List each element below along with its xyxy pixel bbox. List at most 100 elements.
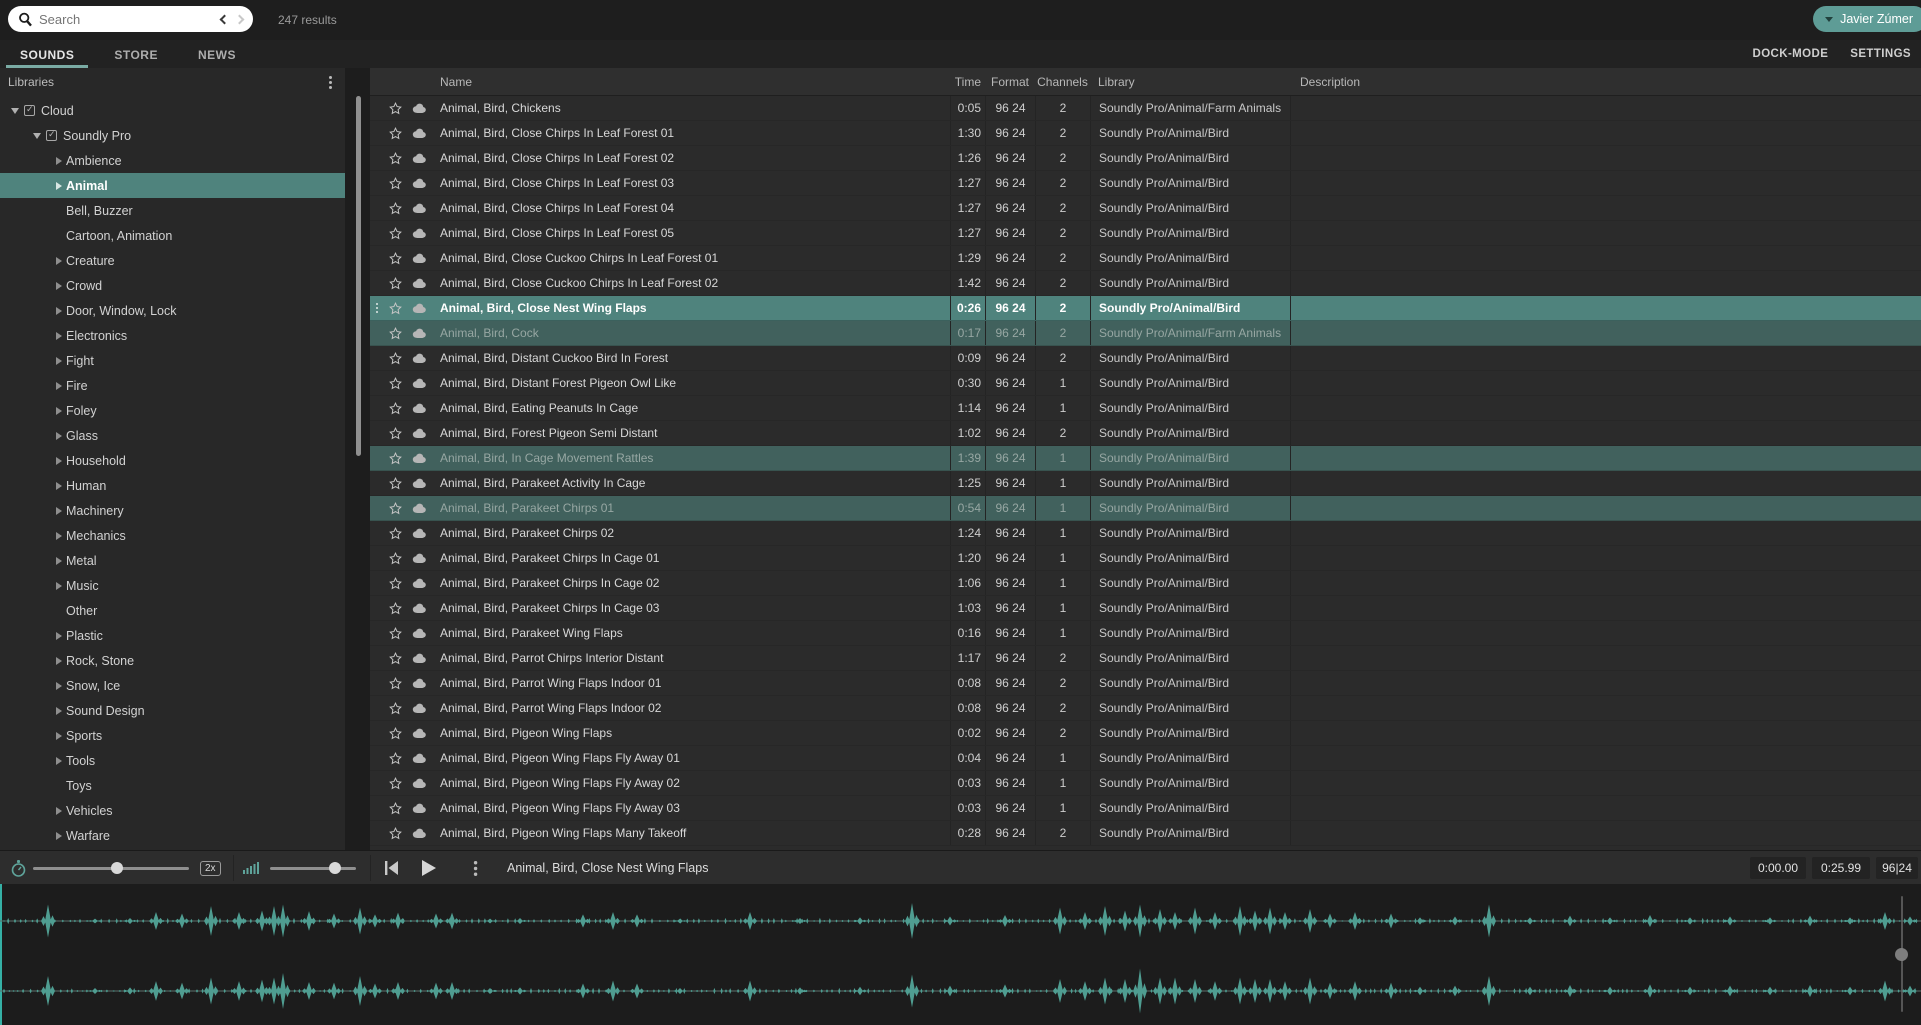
favorite-star-icon[interactable] (384, 227, 406, 240)
chevron-down-icon[interactable] (30, 133, 44, 139)
chevron-right-icon[interactable] (52, 157, 66, 165)
sidebar-item-soundly-pro[interactable]: Soundly Pro (0, 123, 345, 148)
sidebar-item-fight[interactable]: Fight (0, 348, 345, 373)
favorite-star-icon[interactable] (384, 377, 406, 390)
user-menu-button[interactable]: Javier Zúmer (1813, 6, 1921, 32)
table-row[interactable]: Animal, Bird, Pigeon Wing Flaps Many Tak… (370, 821, 1921, 846)
sidebar-item-creature[interactable]: Creature (0, 248, 345, 273)
table-row[interactable]: Animal, Bird, Close Chirps In Leaf Fores… (370, 221, 1921, 246)
favorite-star-icon[interactable] (384, 127, 406, 140)
chevron-right-icon[interactable] (52, 382, 66, 390)
column-header-channels[interactable]: Channels (1035, 75, 1090, 89)
sidebar-item-warfare[interactable]: Warfare (0, 823, 345, 848)
sidebar-item-electronics[interactable]: Electronics (0, 323, 345, 348)
favorite-star-icon[interactable] (384, 702, 406, 715)
sidebar-item-foley[interactable]: Foley (0, 398, 345, 423)
chevron-right-icon[interactable] (52, 807, 66, 815)
sidebar-item-ambience[interactable]: Ambience (0, 148, 345, 173)
favorite-star-icon[interactable] (384, 552, 406, 565)
chevron-right-icon[interactable] (52, 707, 66, 715)
tab-sounds[interactable]: SOUNDS (18, 40, 76, 68)
favorite-star-icon[interactable] (384, 677, 406, 690)
chevron-right-icon[interactable] (52, 182, 66, 190)
favorite-star-icon[interactable] (384, 152, 406, 165)
table-row[interactable]: Animal, Bird, Parakeet Activity In Cage1… (370, 471, 1921, 496)
table-row[interactable]: Animal, Bird, Close Chirps In Leaf Fores… (370, 171, 1921, 196)
sidebar-item-glass[interactable]: Glass (0, 423, 345, 448)
sidebar-item-cloud[interactable]: Cloud (0, 98, 345, 123)
chevron-right-icon[interactable] (52, 757, 66, 765)
sidebar-item-metal[interactable]: Metal (0, 548, 345, 573)
table-row[interactable]: Animal, Bird, Distant Cuckoo Bird In For… (370, 346, 1921, 371)
chevron-right-icon[interactable] (52, 682, 66, 690)
favorite-star-icon[interactable] (384, 827, 406, 840)
table-row[interactable]: Animal, Bird, Close Cuckoo Chirps In Lea… (370, 246, 1921, 271)
sidebar-item-vehicles[interactable]: Vehicles (0, 798, 345, 823)
column-header-description[interactable]: Description (1290, 75, 1921, 89)
skip-to-start-button[interactable] (383, 860, 400, 876)
sidebar-item-household[interactable]: Household (0, 448, 345, 473)
chevron-right-icon[interactable] (52, 482, 66, 490)
chevron-right-icon[interactable] (52, 457, 66, 465)
table-row[interactable]: Animal, Bird, Close Chirps In Leaf Fores… (370, 196, 1921, 221)
favorite-star-icon[interactable] (384, 627, 406, 640)
table-row[interactable]: Animal, Bird, Close Nest Wing Flaps0:269… (370, 296, 1921, 321)
favorite-star-icon[interactable] (384, 402, 406, 415)
table-row[interactable]: Animal, Bird, Pigeon Wing Flaps Fly Away… (370, 796, 1921, 821)
settings-button[interactable]: SETTINGS (1850, 48, 1911, 60)
chevron-right-icon[interactable] (52, 532, 66, 540)
chevron-right-icon[interactable] (52, 432, 66, 440)
search-input[interactable] (39, 12, 221, 27)
sidebar-item-music[interactable]: Music (0, 573, 345, 598)
favorite-star-icon[interactable] (384, 427, 406, 440)
favorite-star-icon[interactable] (384, 477, 406, 490)
column-header-name[interactable]: Name (432, 75, 950, 89)
favorite-star-icon[interactable] (384, 802, 406, 815)
favorite-star-icon[interactable] (384, 177, 406, 190)
table-row[interactable]: Animal, Bird, Eating Peanuts In Cage1:14… (370, 396, 1921, 421)
tab-store[interactable]: STORE (112, 40, 160, 68)
favorite-star-icon[interactable] (384, 452, 406, 465)
search-prev-icon[interactable] (220, 14, 230, 24)
favorite-star-icon[interactable] (384, 277, 406, 290)
library-checkbox[interactable] (24, 105, 35, 116)
sidebar-item-crowd[interactable]: Crowd (0, 273, 345, 298)
volume-slider[interactable] (270, 867, 356, 870)
tab-news[interactable]: NEWS (196, 40, 238, 68)
favorite-star-icon[interactable] (384, 727, 406, 740)
sidebar-item-tools[interactable]: Tools (0, 748, 345, 773)
sidebar-item-rock-stone[interactable]: Rock, Stone (0, 648, 345, 673)
sidebar-item-human[interactable]: Human (0, 473, 345, 498)
sidebar-item-toys[interactable]: Toys (0, 773, 345, 798)
table-row[interactable]: Animal, Bird, In Cage Movement Rattles1:… (370, 446, 1921, 471)
favorite-star-icon[interactable] (384, 202, 406, 215)
table-row[interactable]: Animal, Bird, Parrot Chirps Interior Dis… (370, 646, 1921, 671)
favorite-star-icon[interactable] (384, 352, 406, 365)
chevron-right-icon[interactable] (52, 282, 66, 290)
play-button[interactable] (420, 859, 437, 877)
sidebar-item-cartoon-animation[interactable]: Cartoon, Animation (0, 223, 345, 248)
favorite-star-icon[interactable] (384, 777, 406, 790)
table-row[interactable]: Animal, Bird, Parakeet Chirps In Cage 03… (370, 596, 1921, 621)
favorite-star-icon[interactable] (384, 577, 406, 590)
favorite-star-icon[interactable] (384, 502, 406, 515)
table-row[interactable]: Animal, Bird, Pigeon Wing Flaps0:0296 24… (370, 721, 1921, 746)
chevron-right-icon[interactable] (52, 632, 66, 640)
table-row[interactable]: Animal, Bird, Forest Pigeon Semi Distant… (370, 421, 1921, 446)
table-row[interactable]: Animal, Bird, Distant Forest Pigeon Owl … (370, 371, 1921, 396)
sidebar-item-plastic[interactable]: Plastic (0, 623, 345, 648)
sidebar-item-door-window-lock[interactable]: Door, Window, Lock (0, 298, 345, 323)
sidebar-item-bell-buzzer[interactable]: Bell, Buzzer (0, 198, 345, 223)
chevron-down-icon[interactable] (8, 108, 22, 114)
chevron-right-icon[interactable] (52, 307, 66, 315)
column-header-format[interactable]: Format (985, 75, 1035, 89)
chevron-right-icon[interactable] (52, 657, 66, 665)
table-row[interactable]: Animal, Bird, Close Chirps In Leaf Fores… (370, 146, 1921, 171)
sidebar-item-mechanics[interactable]: Mechanics (0, 523, 345, 548)
table-row[interactable]: Animal, Bird, Pigeon Wing Flaps Fly Away… (370, 771, 1921, 796)
row-menu-icon[interactable] (370, 301, 384, 315)
speed-value-badge[interactable]: 2x (200, 861, 221, 876)
chevron-right-icon[interactable] (52, 257, 66, 265)
favorite-star-icon[interactable] (384, 252, 406, 265)
sidebar-item-fire[interactable]: Fire (0, 373, 345, 398)
